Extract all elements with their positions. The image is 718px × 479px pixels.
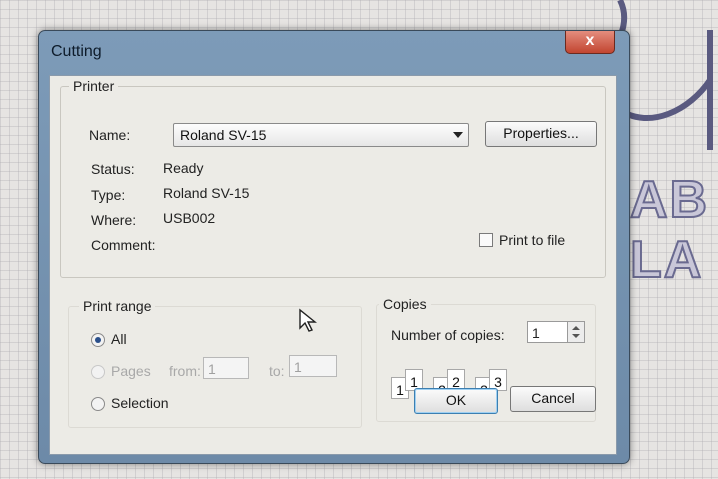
print-to-file-label[interactable]: Print to file bbox=[499, 232, 565, 248]
pages-label: Pages bbox=[111, 363, 151, 379]
background-text: AB LA bbox=[629, 170, 710, 290]
printer-name-value: Roland SV-15 bbox=[180, 127, 267, 143]
printer-name-select[interactable]: Roland SV-15 bbox=[173, 123, 469, 147]
number-of-copies-label: Number of copies: bbox=[391, 327, 505, 343]
name-label: Name: bbox=[89, 127, 131, 143]
print-range-title: Print range bbox=[79, 298, 156, 314]
close-button[interactable]: x bbox=[565, 31, 615, 54]
selection-label[interactable]: Selection bbox=[111, 395, 169, 411]
where-value: USB002 bbox=[163, 210, 216, 226]
dialog-title: Cutting bbox=[51, 43, 102, 60]
dialog-body: Printer Name: Roland SV-15 Properties...… bbox=[49, 75, 617, 455]
to-label: to: bbox=[269, 363, 285, 379]
status-value: Ready bbox=[163, 160, 204, 176]
cancel-button[interactable]: Cancel bbox=[510, 386, 596, 412]
from-label: from: bbox=[169, 363, 201, 379]
pages-radio[interactable] bbox=[91, 365, 105, 379]
where-label: Where: bbox=[91, 212, 137, 228]
copies-input[interactable]: 1 bbox=[527, 321, 569, 343]
copies-title: Copies bbox=[379, 296, 431, 312]
type-value: Roland SV-15 bbox=[163, 185, 250, 201]
spin-down-icon bbox=[572, 334, 580, 338]
selection-radio[interactable] bbox=[91, 397, 105, 411]
to-input[interactable]: 1 bbox=[289, 355, 337, 377]
copies-spinner[interactable] bbox=[567, 321, 585, 343]
all-label[interactable]: All bbox=[111, 331, 127, 347]
printer-group: Printer Name: Roland SV-15 Properties...… bbox=[60, 78, 606, 278]
spin-up-icon bbox=[572, 326, 580, 330]
all-radio[interactable] bbox=[91, 333, 105, 347]
properties-button[interactable]: Properties... bbox=[485, 121, 597, 147]
printer-group-title: Printer bbox=[69, 78, 119, 94]
cutting-dialog: Cutting x Printer Name: Roland SV-15 Pro… bbox=[38, 30, 630, 464]
chevron-down-icon bbox=[453, 132, 463, 138]
ok-button[interactable]: OK bbox=[414, 388, 498, 414]
print-to-file-checkbox[interactable] bbox=[479, 233, 493, 247]
comment-label: Comment: bbox=[91, 237, 156, 253]
mouse-cursor-icon bbox=[299, 308, 317, 332]
from-input[interactable]: 1 bbox=[203, 357, 249, 379]
type-label: Type: bbox=[91, 187, 126, 203]
status-label: Status: bbox=[91, 161, 135, 177]
close-icon: x bbox=[585, 32, 595, 49]
